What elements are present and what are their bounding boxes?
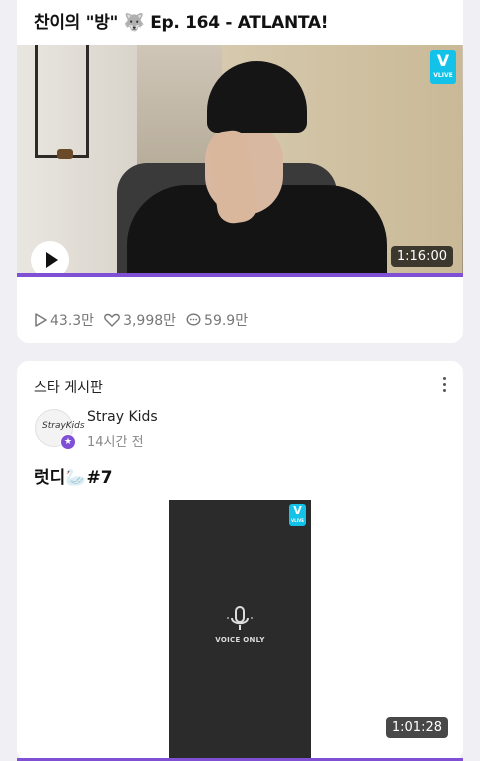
- thumbnail-wall-frame: [35, 45, 89, 158]
- post-time: 14시간 전: [87, 435, 144, 450]
- star-board-card[interactable]: 스타 게시판 StrayKids ★ Stray Kids 14시간 전 럿디🦢…: [17, 361, 463, 761]
- thumbnail-lamp: [57, 149, 73, 159]
- post-title[interactable]: 찬이의 "방" 🐺 Ep. 164 - ATLANTA!: [34, 8, 328, 33]
- video-duration: 1:01:28: [385, 717, 448, 738]
- author-name[interactable]: Stray Kids: [87, 409, 158, 425]
- post-title[interactable]: 럿디🦢#7: [34, 463, 113, 488]
- play-button[interactable]: [31, 241, 69, 277]
- play-count-value: 43.3만: [50, 313, 95, 329]
- comment-count-value: 59.9만: [204, 313, 249, 329]
- watch-progress-bar: [17, 273, 463, 277]
- video-stats: 43.3만 3,998만 59.9만: [34, 310, 258, 330]
- more-icon[interactable]: [443, 377, 447, 395]
- video-duration: 1:16:00: [390, 246, 453, 267]
- comment-icon: [186, 313, 201, 326]
- mic-icon: [227, 606, 253, 630]
- play-icon: [46, 252, 58, 268]
- star-badge-icon: ★: [60, 434, 76, 450]
- avatar[interactable]: StrayKids ★: [35, 409, 85, 450]
- voice-video-thumbnail[interactable]: V VLIVE VOICE ONLY: [169, 500, 311, 761]
- vlive-logo-label: VLIVE: [433, 72, 453, 79]
- like-count[interactable]: 3,998만: [104, 310, 176, 330]
- vlive-logo-icon: V VLIVE: [430, 50, 456, 84]
- vlive-logo-label: VLIVE: [291, 518, 304, 523]
- comment-count[interactable]: 59.9만: [186, 310, 248, 330]
- board-title: 스타 게시판: [34, 380, 103, 396]
- play-outline-icon: [35, 313, 47, 327]
- video-thumbnail[interactable]: V VLIVE 1:16:00: [17, 45, 463, 277]
- heart-icon: [104, 313, 120, 327]
- stray-kids-logo: StrayKids: [42, 421, 85, 431]
- video-post-card[interactable]: 찬이의 "방" 🐺 Ep. 164 - ATLANTA! V VLIVE 1:1…: [17, 0, 463, 343]
- like-count-value: 3,998만: [123, 313, 177, 329]
- voice-only-label: VOICE ONLY: [215, 636, 265, 644]
- vlive-logo-icon: V VLIVE: [289, 504, 306, 526]
- play-count: 43.3만: [34, 310, 94, 330]
